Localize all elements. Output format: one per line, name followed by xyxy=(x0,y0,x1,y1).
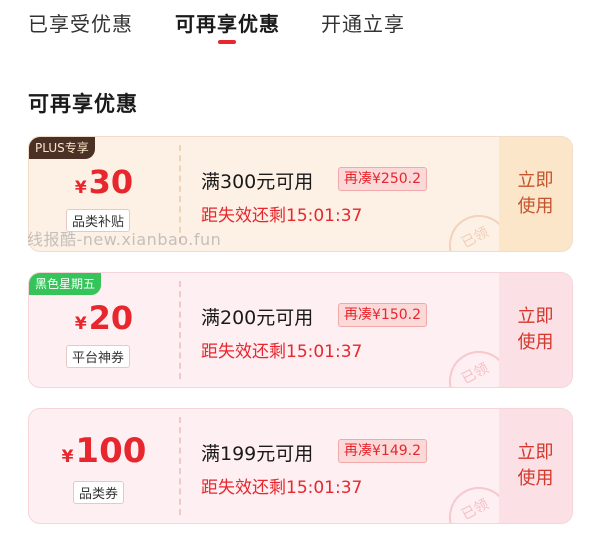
tab-enjoyed-discounts[interactable]: 已享受优惠 xyxy=(28,8,133,37)
coupon-amount: ¥100 xyxy=(29,431,179,471)
add-more-badge[interactable]: 再凑¥150.2 xyxy=(338,303,427,327)
currency-symbol: ¥ xyxy=(74,314,87,334)
expiry-countdown: 距失效还剩15:01:37 xyxy=(201,342,363,362)
use-now-label-line2: 使用 xyxy=(517,468,554,489)
currency-symbol: ¥ xyxy=(74,178,87,198)
coupon-divider xyxy=(179,281,181,379)
use-now-button[interactable]: 立即 使用 xyxy=(499,273,572,387)
black-friday-tag: 黑色星期五 xyxy=(29,273,102,295)
tab-additional-discounts[interactable]: 可再享优惠 xyxy=(175,8,280,37)
use-now-label-line1: 立即 xyxy=(517,442,554,463)
coupon-amount: ¥30 xyxy=(29,163,179,201)
plus-exclusive-tag: PLUS专享 xyxy=(29,137,95,159)
use-now-label-line1: 立即 xyxy=(517,170,554,191)
coupon-divider xyxy=(179,417,181,515)
coupon-tabs: 已享受优惠 可再享优惠 开通立享 xyxy=(0,0,600,50)
expiry-countdown: 距失效还剩15:01:37 xyxy=(201,478,363,498)
usage-condition: 满199元可用 xyxy=(201,443,314,465)
use-now-button[interactable]: 立即 使用 xyxy=(499,409,572,523)
coupon-card[interactable]: 黑色星期五 ¥20 平台神券 满200元可用 再凑¥150.2 距失效还剩15:… xyxy=(28,272,573,388)
add-more-badge[interactable]: 再凑¥149.2 xyxy=(338,439,427,463)
expiry-countdown: 距失效还剩15:01:37 xyxy=(201,206,363,226)
amount-value: 30 xyxy=(88,163,134,201)
add-more-badge[interactable]: 再凑¥250.2 xyxy=(338,167,427,191)
coupon-card[interactable]: ¥100 品类券 满199元可用 再凑¥149.2 距失效还剩15:01:37 … xyxy=(28,408,573,524)
use-now-label-line2: 使用 xyxy=(517,196,554,217)
usage-condition: 满300元可用 xyxy=(201,171,314,193)
currency-symbol: ¥ xyxy=(61,447,74,467)
coupon-amount: ¥20 xyxy=(29,299,179,337)
active-tab-indicator xyxy=(218,40,236,44)
amount-value: 20 xyxy=(88,299,134,337)
coupon-type-label: 平台神券 xyxy=(66,345,131,368)
section-title: 可再享优惠 xyxy=(28,92,138,116)
use-now-button[interactable]: 立即 使用 xyxy=(499,137,572,251)
tab-activate-to-enjoy[interactable]: 开通立享 xyxy=(321,8,405,37)
usage-condition: 满200元可用 xyxy=(201,307,314,329)
coupon-type-label: 品类券 xyxy=(73,481,125,504)
use-now-label-line1: 立即 xyxy=(517,306,554,327)
use-now-label-line2: 使用 xyxy=(517,332,554,353)
amount-value: 100 xyxy=(75,431,147,471)
watermark-text: 线报酷-new.xianbao.fun xyxy=(27,230,222,249)
